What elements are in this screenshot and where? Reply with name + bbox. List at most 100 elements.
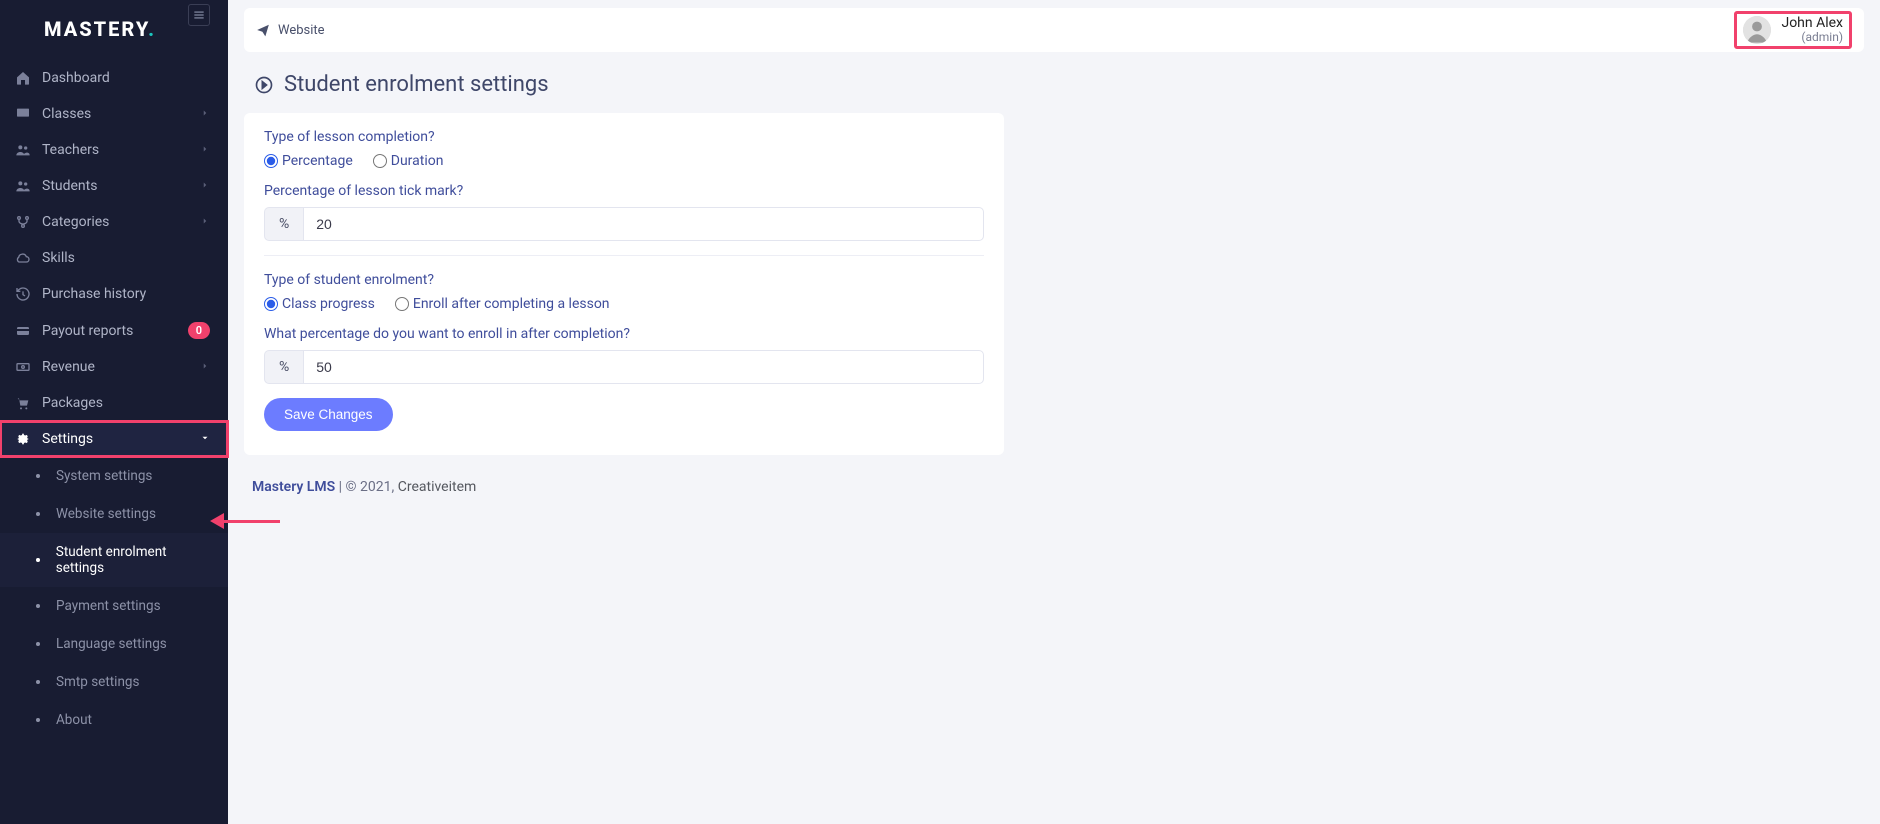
radio-label: Duration xyxy=(391,153,444,169)
chevron-right-icon xyxy=(200,178,210,194)
nav-label: Teachers xyxy=(42,142,200,158)
sub-student-enrolment-settings[interactable]: Student enrolment settings xyxy=(0,533,228,587)
nav-label: Students xyxy=(42,178,200,194)
users-icon xyxy=(12,142,34,158)
nav-classes[interactable]: Classes xyxy=(0,96,228,132)
footer-brand: Mastery LMS xyxy=(252,479,335,495)
label-percentage-enroll: What percentage do you want to enroll in… xyxy=(264,326,984,342)
nav-label: Skills xyxy=(42,250,210,266)
sub-payment-settings[interactable]: Payment settings xyxy=(0,587,228,625)
nav-label: Revenue xyxy=(42,359,200,375)
cloud-icon xyxy=(12,250,34,266)
avatar xyxy=(1743,16,1771,44)
page-header: Student enrolment settings xyxy=(244,52,1864,113)
nav-label: Packages xyxy=(42,395,210,411)
sub-system-settings[interactable]: System settings xyxy=(0,457,228,495)
menu-icon xyxy=(192,8,206,22)
home-icon xyxy=(12,70,34,86)
chevron-right-icon xyxy=(200,142,210,158)
chevron-down-icon xyxy=(200,431,210,447)
nav-label: Payout reports xyxy=(42,323,188,339)
nav-purchase-history[interactable]: Purchase history xyxy=(0,276,228,312)
nav-skills[interactable]: Skills xyxy=(0,240,228,276)
card-icon xyxy=(12,323,34,339)
input-percentage-tick[interactable] xyxy=(303,207,984,241)
radio-label: Percentage xyxy=(282,153,353,169)
nav-revenue[interactable]: Revenue xyxy=(0,349,228,385)
board-icon xyxy=(12,106,34,122)
sub-about[interactable]: About xyxy=(0,701,228,739)
sub-label: Payment settings xyxy=(56,598,161,614)
percent-addon: % xyxy=(264,207,303,241)
nav-label: Purchase history xyxy=(42,286,210,302)
percent-addon: % xyxy=(264,350,303,384)
user-name: John Alex xyxy=(1781,16,1843,31)
nav-label: Categories xyxy=(42,214,200,230)
nav-teachers[interactable]: Teachers xyxy=(0,132,228,168)
label-enrolment-type: Type of student enrolment? xyxy=(264,272,984,288)
footer-link[interactable]: Creativeitem xyxy=(398,479,477,495)
website-link[interactable]: Website xyxy=(256,23,325,38)
sub-language-settings[interactable]: Language settings xyxy=(0,625,228,663)
logo-text: MASTERY xyxy=(44,17,148,41)
nav-dashboard[interactable]: Dashboard xyxy=(0,60,228,96)
input-percentage-enroll[interactable] xyxy=(303,350,984,384)
sidebar-collapse-button[interactable] xyxy=(188,4,210,26)
nav-settings[interactable]: Settings xyxy=(0,421,228,457)
nav-payout-reports[interactable]: Payout reports 0 xyxy=(0,312,228,349)
radio-enroll-after-lesson[interactable]: Enroll after completing a lesson xyxy=(395,296,610,312)
label-percentage-tick: Percentage of lesson tick mark? xyxy=(264,183,984,199)
nav-packages[interactable]: Packages xyxy=(0,385,228,421)
sub-label: System settings xyxy=(56,468,152,484)
nav-students[interactable]: Students xyxy=(0,168,228,204)
user-menu[interactable]: John Alex (admin) xyxy=(1734,11,1852,49)
settings-card: Type of lesson completion? Percentage Du… xyxy=(244,113,1004,455)
radio-input[interactable] xyxy=(395,297,409,311)
topbar: Website John Alex (admin) xyxy=(244,8,1864,52)
nav-categories[interactable]: Categories xyxy=(0,204,228,240)
radio-class-progress[interactable]: Class progress xyxy=(264,296,375,312)
circle-arrow-icon xyxy=(254,75,274,95)
bullet-icon xyxy=(36,512,40,516)
save-button[interactable]: Save Changes xyxy=(264,398,393,431)
badge-count: 0 xyxy=(188,322,210,339)
radio-duration[interactable]: Duration xyxy=(373,153,444,169)
footer: Mastery LMS | © 2021, Creativeitem xyxy=(244,455,1864,519)
bullet-icon xyxy=(36,558,40,562)
chevron-right-icon xyxy=(200,359,210,375)
bullet-icon xyxy=(36,680,40,684)
paper-plane-icon xyxy=(256,23,270,37)
nav-label: Dashboard xyxy=(42,70,210,86)
nav: Dashboard Classes Teachers Students Cate… xyxy=(0,58,228,739)
sub-smtp-settings[interactable]: Smtp settings xyxy=(0,663,228,701)
radio-input[interactable] xyxy=(264,297,278,311)
footer-text: | © 2021, xyxy=(335,479,398,495)
nav-label: Settings xyxy=(42,431,200,447)
cart-icon xyxy=(12,395,34,411)
label-lesson-completion-type: Type of lesson completion? xyxy=(264,129,984,145)
sub-label: Language settings xyxy=(56,636,167,652)
sub-label: Student enrolment settings xyxy=(56,544,210,576)
chevron-right-icon xyxy=(200,214,210,230)
radio-percentage[interactable]: Percentage xyxy=(264,153,353,169)
bullet-icon xyxy=(36,642,40,646)
sub-label: Website settings xyxy=(56,506,156,522)
money-icon xyxy=(12,359,34,375)
radio-input[interactable] xyxy=(373,154,387,168)
bullet-icon xyxy=(36,604,40,608)
history-icon xyxy=(12,286,34,302)
radio-input[interactable] xyxy=(264,154,278,168)
main-content: Website John Alex (admin) Student enrolm… xyxy=(228,0,1880,824)
chevron-right-icon xyxy=(200,106,210,122)
branch-icon xyxy=(12,214,34,230)
sidebar: MASTERY. Dashboard Classes Teachers Stud… xyxy=(0,0,228,824)
page-title: Student enrolment settings xyxy=(284,72,549,97)
sub-label: Smtp settings xyxy=(56,674,139,690)
users-icon xyxy=(12,178,34,194)
sub-label: About xyxy=(56,712,92,728)
bullet-icon xyxy=(36,474,40,478)
radio-label: Enroll after completing a lesson xyxy=(413,296,610,312)
sub-website-settings[interactable]: Website settings xyxy=(0,495,228,533)
logo-dot: . xyxy=(148,17,156,41)
gear-icon xyxy=(12,431,34,447)
